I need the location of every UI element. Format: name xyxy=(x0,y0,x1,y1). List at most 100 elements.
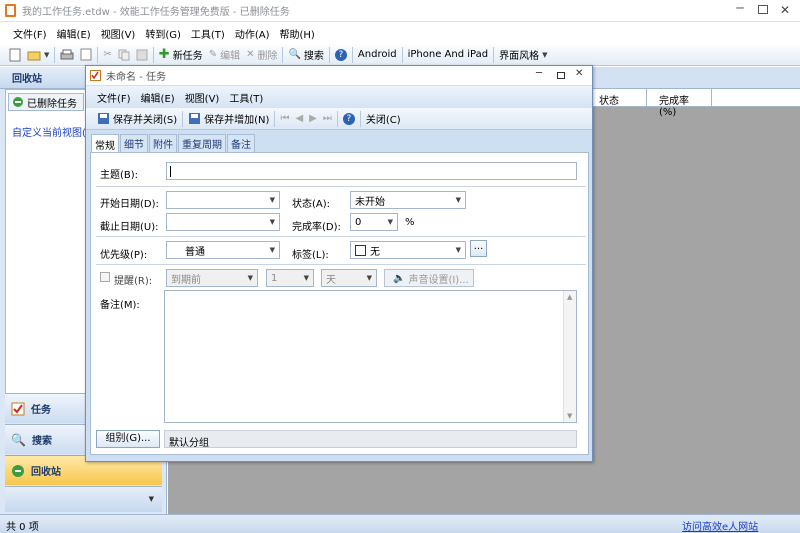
scroll-up-icon[interactable]: ▲ xyxy=(567,293,572,301)
menu-help[interactable]: 帮助(H) xyxy=(274,26,319,41)
reminder-checkbox[interactable] xyxy=(100,272,110,282)
chevron-down-icon: ▼ xyxy=(247,274,253,282)
due-date-picker[interactable]: ▼ xyxy=(166,213,280,231)
group-button[interactable]: 组别(G)... xyxy=(96,430,160,448)
copy-icon xyxy=(118,49,130,60)
dialog-minimize-button[interactable]: ─ xyxy=(536,68,542,79)
scroll-down-icon[interactable]: ▼ xyxy=(567,412,572,420)
print-button[interactable] xyxy=(57,45,77,65)
column-status[interactable]: 状态 xyxy=(590,89,646,107)
paste-button[interactable] xyxy=(133,45,151,65)
window-title: 我的工作任务.etdw - 效能工作任务管理免费版 - 已删除任务 xyxy=(22,7,290,18)
edit-icon: ✎ xyxy=(208,49,218,60)
tab-recurrence[interactable]: 重复周期 xyxy=(178,134,226,152)
nav-overflow[interactable]: ▼ xyxy=(5,486,162,512)
menu-view[interactable]: 视图(V) xyxy=(96,26,141,41)
dialog-close-text-button[interactable]: 关闭(C) xyxy=(363,109,404,129)
next-record-button[interactable]: ▶ xyxy=(306,109,320,129)
reminder-number-value: 1 xyxy=(271,272,278,284)
tab-attachments[interactable]: 附件 xyxy=(149,134,177,152)
tag-select[interactable]: 无 ▼ xyxy=(350,241,466,259)
sound-settings-button[interactable]: 🔈 声音设置(I)... xyxy=(384,269,474,287)
last-record-button[interactable]: ⏭ xyxy=(320,109,335,129)
reminder-when-select[interactable]: 到期前 ▼ xyxy=(166,269,258,287)
start-date-picker[interactable]: ▼ xyxy=(166,191,280,209)
delete-button[interactable]: ✕ 删除 xyxy=(243,45,280,65)
edit-button[interactable]: ✎ 编辑 xyxy=(206,45,243,65)
reminder-unit-select[interactable]: 天 ▼ xyxy=(321,269,377,287)
dialog-help-button[interactable]: ? xyxy=(340,109,358,129)
prev-record-button[interactable]: ◀ xyxy=(292,109,306,129)
status-bar: 共 0 项 访问高效e人网站 xyxy=(0,514,800,533)
subject-input[interactable] xyxy=(166,162,577,180)
priority-value: 普通 xyxy=(185,246,205,258)
start-date-label: 开始日期(D): xyxy=(100,199,159,210)
dialog-close-button[interactable]: ✕ xyxy=(575,68,583,79)
search-button[interactable]: 🔍 搜索 xyxy=(285,45,326,65)
folder-icon xyxy=(27,51,41,60)
dialog-menu-tools[interactable]: 工具(T) xyxy=(224,90,268,105)
android-button[interactable]: Android xyxy=(355,45,400,65)
open-button[interactable]: ▼ xyxy=(24,45,52,65)
dialog-menu-edit[interactable]: 编辑(E) xyxy=(136,90,180,105)
notes-textarea[interactable]: ▲ ▼ xyxy=(164,290,577,423)
menu-actions[interactable]: 动作(A) xyxy=(230,26,275,41)
menu-tools[interactable]: 工具(T) xyxy=(186,26,230,41)
reminder-number-stepper[interactable]: 1 ▼ xyxy=(266,269,314,287)
search-icon: 🔍 xyxy=(288,49,301,60)
help-button[interactable]: ? xyxy=(332,45,350,65)
complete-stepper[interactable]: 0 ▼ xyxy=(350,213,398,231)
main-menu-bar: 文件(F) 编辑(E) 视图(V) 转到(G) 工具(T) 动作(A) 帮助(H… xyxy=(0,24,800,42)
notes-scrollbar[interactable]: ▲ ▼ xyxy=(563,291,576,422)
menu-edit[interactable]: 编辑(E) xyxy=(52,26,96,41)
new-doc-button[interactable] xyxy=(6,45,24,65)
main-title-bar: 我的工作任务.etdw - 效能工作任务管理免费版 - 已删除任务 ─ ✕ xyxy=(0,0,800,22)
save-new-button[interactable]: 保存并增加(N) xyxy=(185,109,272,129)
sound-settings-label: 声音设置(I)... xyxy=(408,274,469,286)
tab-general[interactable]: 常规 xyxy=(91,134,119,153)
custom-view-link[interactable]: 自定义当前视图( xyxy=(12,124,86,139)
main-toolbar: ▼ ✂ ✚ 新任务 ✎ 编辑 ✕ 删除 🔍 搜索 ? Android iPhone An… xyxy=(0,44,800,66)
save-close-label: 保存并关闭(S) xyxy=(113,115,178,126)
cut-button[interactable]: ✂ xyxy=(100,45,114,65)
dialog-maximize-button[interactable] xyxy=(557,72,565,79)
menu-file[interactable]: 文件(F) xyxy=(8,26,52,41)
plus-icon: ✚ xyxy=(158,47,170,62)
iphone-button[interactable]: iPhone And iPad xyxy=(405,45,491,65)
chevron-down-icon: ▼ xyxy=(269,246,275,254)
delete-label: 删除 xyxy=(257,51,278,62)
website-link[interactable]: 访问高效e人网站 xyxy=(682,518,758,533)
divider xyxy=(96,186,586,187)
dialog-menu-file[interactable]: 文件(F) xyxy=(92,90,136,105)
close-window-button[interactable]: ✕ xyxy=(780,3,790,17)
tag-value: 无 xyxy=(370,246,380,258)
scissors-icon: ✂ xyxy=(103,49,112,60)
search-label: 搜索 xyxy=(303,51,324,62)
nav-search-label: 搜索 xyxy=(31,436,52,447)
maximize-button[interactable] xyxy=(758,5,768,14)
new-task-button[interactable]: ✚ 新任务 xyxy=(156,45,206,65)
copy-button[interactable] xyxy=(115,45,133,65)
reminder-label: 提醒(R): xyxy=(114,276,153,287)
tag-label: 标签(L): xyxy=(292,250,329,261)
group-value: 默认分组 xyxy=(169,438,209,449)
percent-sign: % xyxy=(405,217,415,228)
chevron-down-icon: ▼ xyxy=(303,274,309,282)
preview-button[interactable] xyxy=(77,45,95,65)
menu-goto[interactable]: 转到(G) xyxy=(140,26,186,41)
minimize-button[interactable]: ─ xyxy=(733,2,747,16)
group-value-field: 默认分组 xyxy=(164,430,577,449)
theme-button[interactable]: 界面风格 ▼ xyxy=(496,45,550,65)
divider xyxy=(96,264,586,265)
sidebar-tab-deleted[interactable]: 已删除任务 xyxy=(8,93,84,111)
status-select[interactable]: 未开始 ▼ xyxy=(350,191,466,209)
save-close-button[interactable]: 保存并关闭(S) xyxy=(94,109,180,129)
tab-details[interactable]: 细节 xyxy=(120,134,148,152)
tab-notes[interactable]: 备注 xyxy=(227,134,255,152)
dialog-menu-view[interactable]: 视图(V) xyxy=(180,90,225,105)
tag-ellipsis-button[interactable]: ... xyxy=(470,240,487,257)
first-record-button[interactable]: ⏮ xyxy=(277,109,292,129)
chevron-down-icon: ▼ xyxy=(455,246,461,254)
column-complete[interactable]: 完成率(%) xyxy=(646,89,712,118)
priority-select[interactable]: 普通 ▼ xyxy=(166,241,280,259)
